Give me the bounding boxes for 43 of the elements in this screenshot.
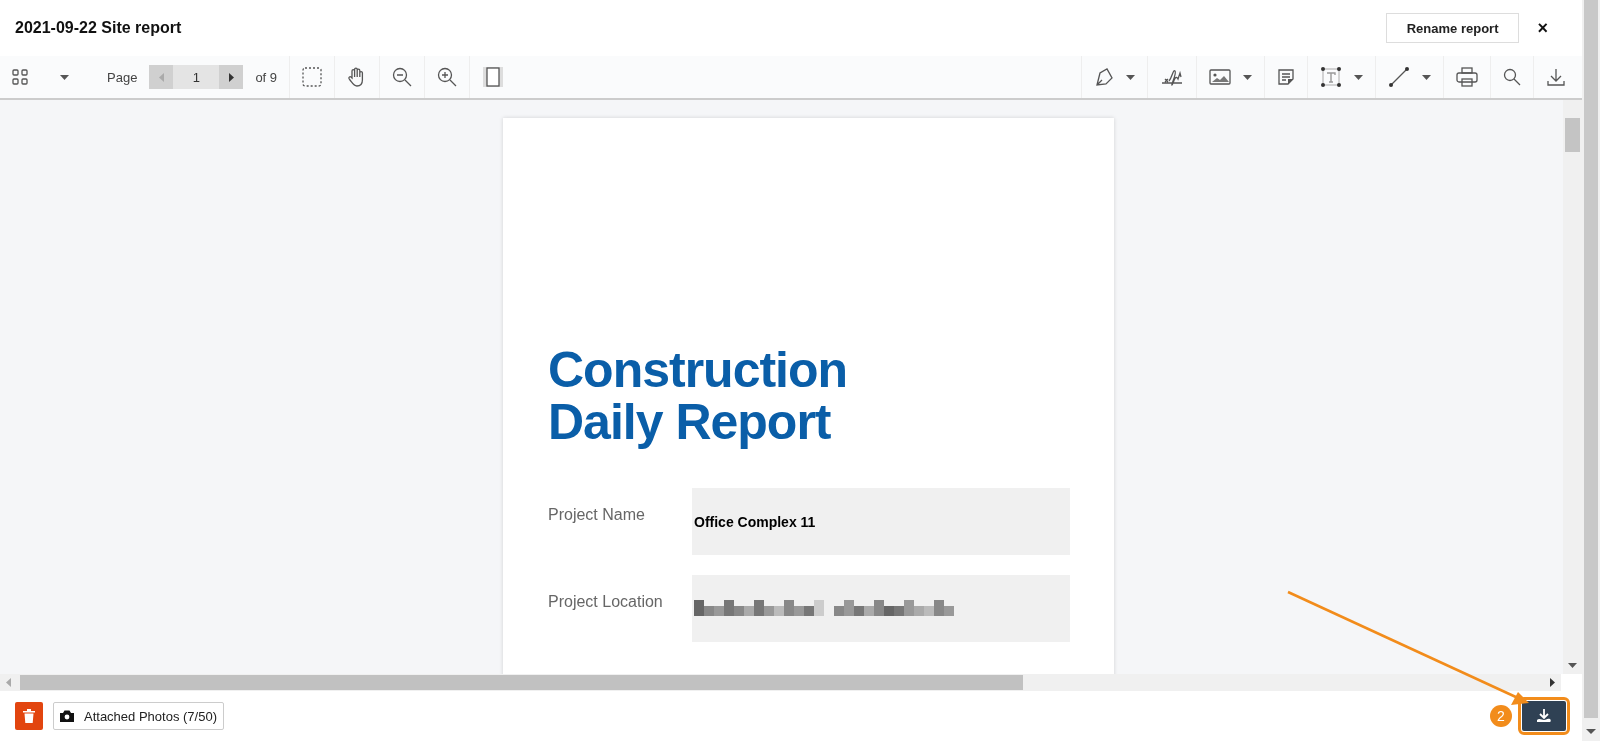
field-label: Project Location — [548, 593, 664, 611]
page-count: of 9 — [255, 69, 278, 85]
window-title: 2021-09-22 Site report — [15, 19, 183, 37]
next-page-button[interactable] — [219, 65, 244, 89]
thumbnails-icon[interactable] — [12, 69, 28, 85]
attached-photos-button[interactable]: Attached Photos (7/50) — [53, 702, 224, 730]
search-icon[interactable] — [1503, 68, 1521, 86]
page-number-field[interactable]: 1 — [173, 65, 220, 89]
note-icon[interactable] — [1277, 68, 1295, 86]
signature-icon[interactable] — [1160, 67, 1184, 87]
scrollbar-thumb[interactable] — [1565, 118, 1580, 152]
close-button[interactable]: × — [1533, 17, 1552, 39]
scroll-down-icon[interactable] — [1586, 729, 1596, 734]
rename-report-button[interactable]: Rename report — [1385, 13, 1520, 43]
page-view-icon[interactable] — [482, 66, 505, 88]
vertical-scrollbar[interactable] — [1563, 100, 1582, 674]
scroll-down-icon[interactable] — [1568, 663, 1577, 668]
trash-icon — [23, 709, 35, 723]
zoom-out-icon[interactable] — [392, 67, 413, 87]
page-label: Page — [107, 69, 138, 85]
download-icon[interactable] — [1546, 67, 1566, 87]
line-icon[interactable] — [1388, 66, 1410, 88]
text-box-caret-icon[interactable] — [1354, 74, 1363, 80]
image-caret-icon[interactable] — [1243, 74, 1252, 80]
step-badge: 2 — [1490, 705, 1512, 727]
right-caret-icon — [228, 72, 234, 82]
dropdown-caret-icon[interactable] — [60, 74, 69, 80]
scroll-right-icon[interactable] — [1549, 678, 1555, 687]
pen-caret-icon[interactable] — [1126, 74, 1135, 80]
zoom-in-icon[interactable] — [437, 67, 458, 87]
line-caret-icon[interactable] — [1422, 74, 1431, 80]
field-label: Project Name — [548, 506, 646, 524]
camera-icon — [60, 710, 74, 722]
field-value: Office Complex 11 — [694, 513, 816, 530]
selection-icon[interactable] — [302, 67, 323, 87]
delete-button[interactable] — [15, 702, 43, 730]
text-box-icon[interactable] — [1320, 66, 1342, 88]
print-icon[interactable] — [1456, 67, 1478, 87]
left-caret-icon — [158, 72, 164, 82]
pen-icon[interactable] — [1094, 67, 1114, 87]
image-icon[interactable] — [1209, 68, 1231, 86]
download-icon — [1535, 708, 1553, 724]
horizontal-scrollbar[interactable] — [0, 674, 1561, 691]
